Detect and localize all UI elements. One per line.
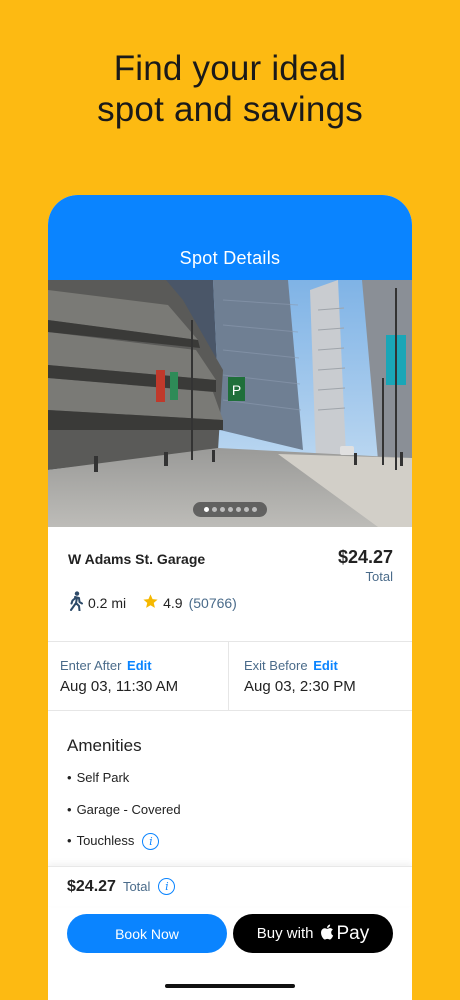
apple-pay-button[interactable]: Buy with Pay	[233, 914, 393, 953]
exit-before-section: Exit Before Edit Aug 03, 2:30 PM	[228, 642, 412, 710]
apple-pay-prefix: Buy with	[256, 925, 314, 942]
edit-enter-link[interactable]: Edit	[127, 658, 152, 673]
book-now-button[interactable]: Book Now	[67, 914, 227, 953]
spot-price: $24.27	[337, 547, 393, 567]
amenities-section: Amenities • Self Park • Garage - Covered…	[48, 711, 412, 865]
action-buttons: Book Now Buy with Pay	[67, 914, 393, 953]
carousel-dot[interactable]	[251, 507, 257, 512]
spot-price-label: Total	[365, 569, 393, 584]
amenity-item: • Garage - Covered	[67, 801, 181, 817]
rating-value: 4.9	[163, 594, 183, 611]
headline-line-1: Find your ideal	[113, 49, 347, 88]
amenity-item: • Self Park	[67, 770, 130, 785]
price-footer: $24.27 Total i	[48, 866, 412, 906]
garage-photo[interactable]: P	[48, 280, 412, 527]
parking-times: Enter After Edit Aug 03, 11:30 AM Exit B…	[48, 641, 412, 711]
footer-price-label: Total	[122, 879, 151, 894]
price-info-icon[interactable]: i	[158, 878, 176, 895]
carousel-dot[interactable]	[203, 507, 209, 512]
spot-meta: 0.2 mi 4.9 (50766)	[68, 591, 237, 614]
apple-logo-icon	[319, 923, 334, 945]
svg-text:P: P	[232, 382, 241, 398]
carousel-dot[interactable]	[227, 507, 233, 512]
touchless-info-icon[interactable]: i	[142, 833, 160, 850]
enter-after-value: Aug 03, 11:30 AM	[60, 678, 179, 695]
exit-before-label: Exit Before	[244, 658, 308, 673]
walking-icon	[68, 591, 84, 614]
enter-after-label: Enter After	[60, 658, 122, 673]
exit-before-value: Aug 03, 2:30 PM	[244, 678, 356, 695]
amenities-title: Amenities	[67, 736, 142, 755]
carousel-dot[interactable]	[219, 507, 225, 512]
review-count: (50766)	[188, 594, 237, 611]
apple-pay-suffix: Pay	[336, 922, 370, 944]
carousel-dot[interactable]	[211, 507, 217, 512]
headline: Find your ideal spot and savings	[0, 48, 460, 130]
street-photo-image: P	[48, 280, 412, 527]
nav-bar: Spot Details	[48, 195, 412, 280]
amenity-label: Self Park	[76, 770, 130, 785]
amenity-label: Touchless	[76, 833, 135, 848]
distance: 0.2 mi	[88, 594, 127, 611]
enter-after-section: Enter After Edit Aug 03, 11:30 AM	[48, 642, 228, 710]
home-indicator	[165, 984, 295, 988]
garage-name: W Adams St. Garage	[68, 551, 206, 567]
amenity-item: • Touchless i	[67, 833, 412, 865]
carousel-page-indicator[interactable]	[193, 502, 267, 517]
amenity-label: Garage - Covered	[76, 801, 181, 817]
star-icon	[142, 593, 159, 613]
phone-screen: Spot Details P W Adams St. Garage $24.27…	[48, 195, 412, 1000]
edit-exit-link[interactable]: Edit	[313, 658, 338, 673]
nav-title: Spot Details	[179, 248, 281, 268]
footer-price: $24.27	[67, 877, 116, 895]
headline-line-2: spot and savings	[97, 90, 363, 129]
carousel-dot[interactable]	[235, 507, 241, 512]
spot-summary: W Adams St. Garage $24.27 Total 0.2 mi 4…	[48, 527, 412, 641]
carousel-dot[interactable]	[243, 507, 249, 512]
